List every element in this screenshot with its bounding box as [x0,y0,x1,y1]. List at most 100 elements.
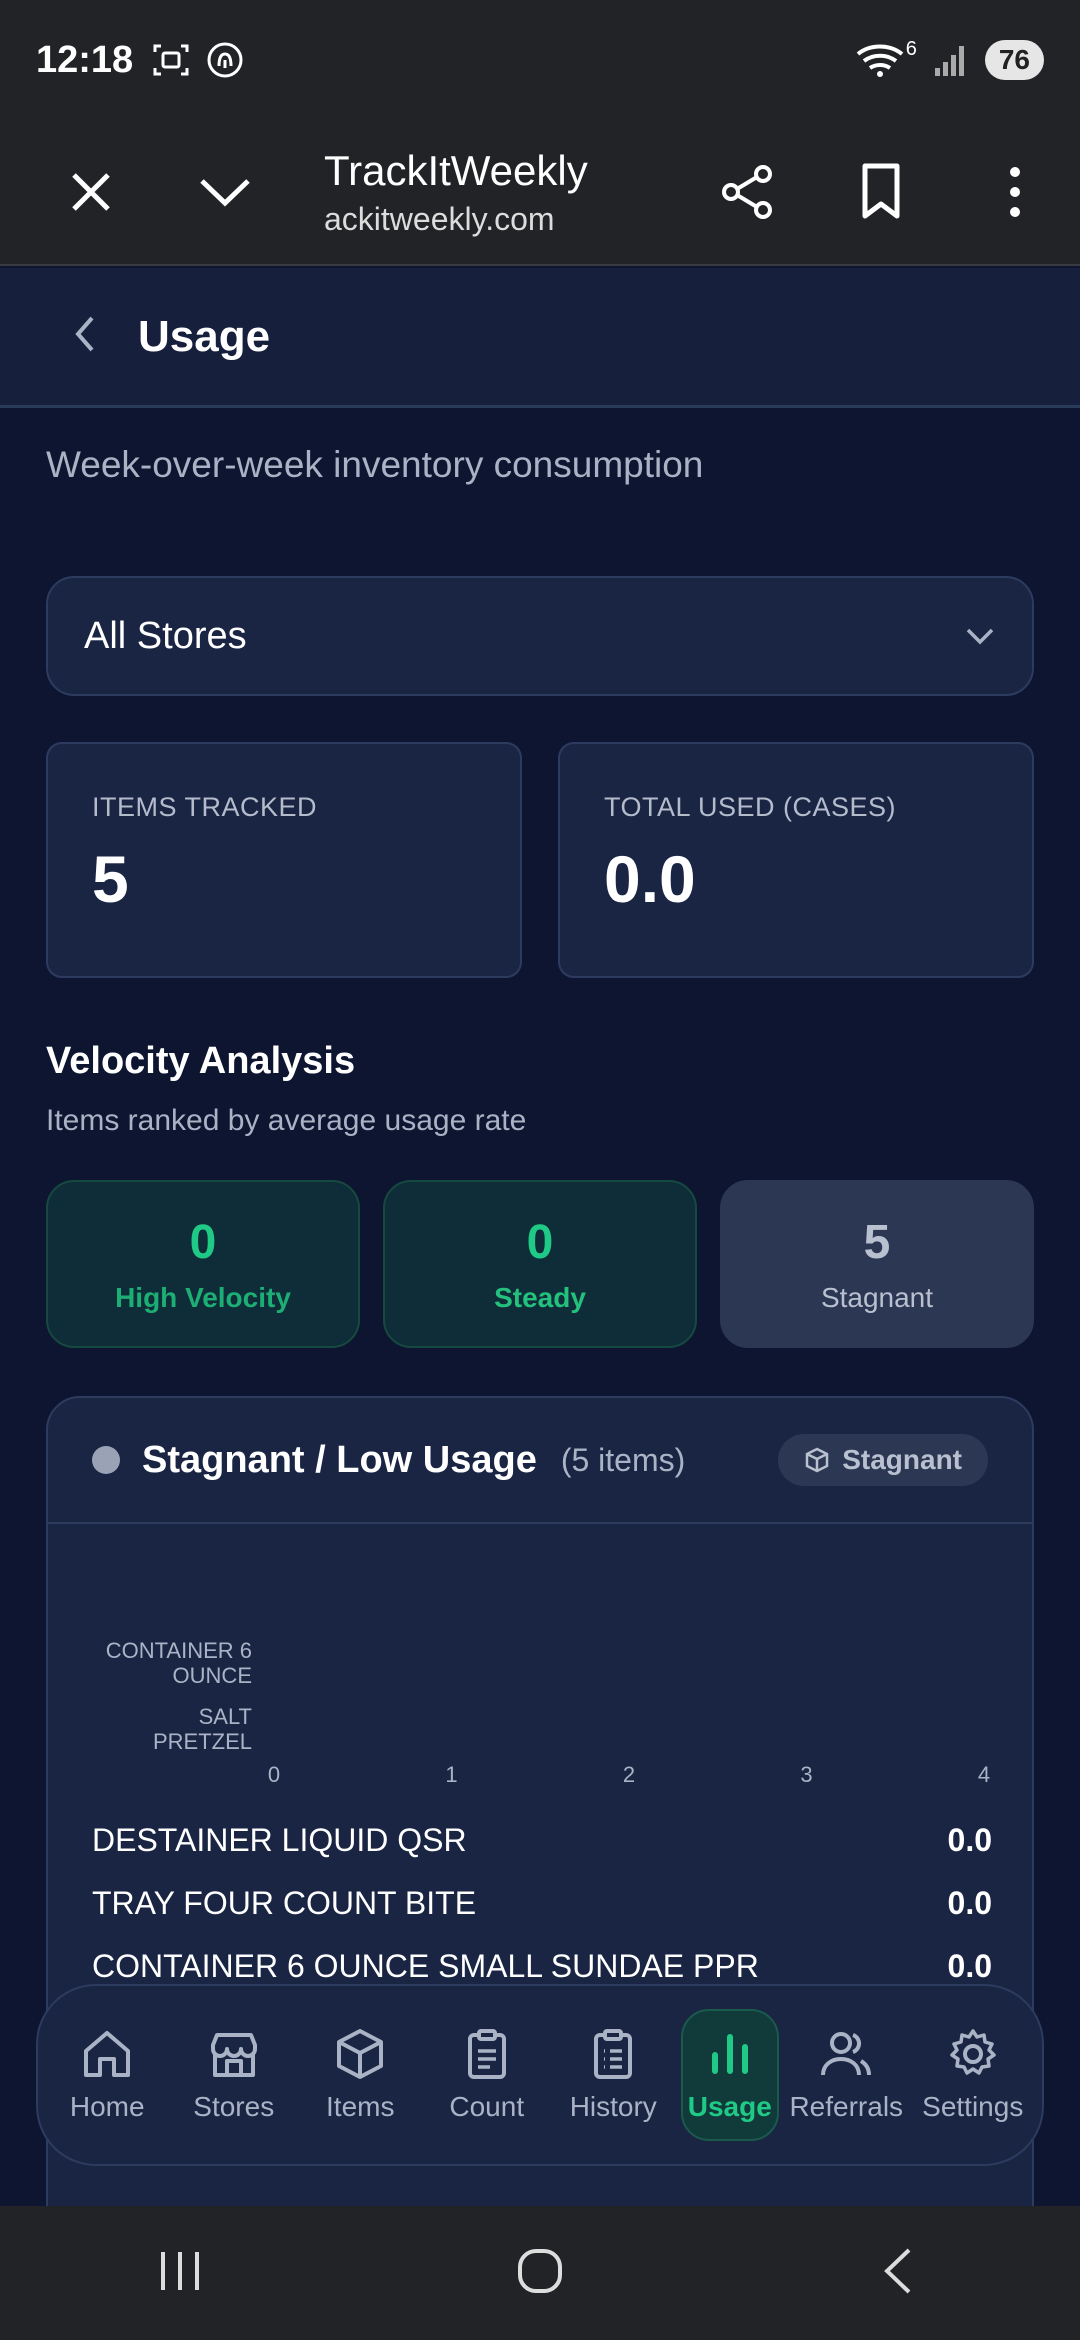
list-item[interactable]: TRAY FOUR COUNT BITE 0.0 [92,1885,992,1922]
status-time: 12:18 [36,38,134,81]
close-tab-button[interactable] [46,147,136,237]
item-value: 0.0 [947,1822,992,1858]
nav-settings[interactable]: Settings [914,2009,1032,2141]
tile-label: Steady [494,1281,586,1313]
store-select-value: All Stores [84,614,247,657]
nav-label: Items [326,2091,395,2122]
tile-count: 0 [189,1215,217,1269]
stat-value: 5 [92,842,129,916]
stagnant-badge: Stagnant [778,1434,988,1486]
page-subtitle: Week-over-week inventory consumption [46,444,704,485]
store-icon [210,2033,257,2077]
clipboard-list-icon [594,2029,633,2079]
nav-home[interactable]: Home [48,2009,166,2141]
panel-count: (5 items) [560,1441,686,1478]
clipboard-icon [467,2029,506,2079]
wifi-signal-label: 6 [905,37,917,60]
more-vertical-icon [1010,167,1020,217]
nav-referrals[interactable]: Referrals [787,2009,905,2141]
nav-history[interactable]: History [554,2009,672,2141]
tile-label: Stagnant [820,1281,934,1313]
close-icon [72,173,110,211]
nav-label: Count [449,2091,525,2122]
browser-page-title: TrackItWeekly [324,146,588,194]
home-button[interactable] [515,2246,565,2301]
steady-tile[interactable]: 0 Steady [383,1180,697,1348]
bookmark-icon [862,163,900,219]
recents-button[interactable] [155,2246,205,2301]
app-header: Usage [0,268,1080,408]
system-navigation-bar [0,2206,1080,2340]
home-circle-icon [518,2248,562,2293]
stat-label: TOTAL USED (CASES) [604,792,897,822]
item-name: DESTAINER LIQUID QSR [92,1822,467,1858]
bar-chart-icon [711,2034,748,2074]
chevron-left-icon [75,316,94,352]
browser-url: ackitweekly.com [324,200,555,237]
nav-usage[interactable]: Usage [680,2009,779,2141]
chevron-down-icon [966,628,994,645]
list-item[interactable]: CONTAINER 6 OUNCE SMALL SUNDAE PPR 0.0 [92,1948,992,1985]
stat-value: 0.0 [604,842,696,916]
badge-label: Stagnant [842,1444,962,1475]
fingerprint-icon [207,42,243,78]
back-nav-button[interactable] [875,2246,925,2301]
x-tick-label: 3 [800,1762,812,1787]
share-button[interactable] [702,147,792,237]
share-icon [722,165,772,219]
item-value: 0.0 [947,1948,992,1984]
minimize-button[interactable] [180,147,270,237]
nav-label: Home [69,2091,145,2122]
items-tracked-card: ITEMS TRACKED 5 [46,742,522,978]
category-label: CONTAINER 6 OUNCE [106,1638,252,1688]
more-options-button[interactable] [970,147,1060,237]
nav-label: Stores [193,2091,275,2122]
wifi-icon [856,44,903,77]
stagnant-tile[interactable]: 5 Stagnant [720,1180,1034,1348]
status-bar: 12:18 6 76 [0,0,1080,120]
tile-count: 5 [863,1215,891,1269]
box-icon [337,2029,384,2079]
browser-toolbar: TrackItWeekly ackitweekly.com [0,120,1080,266]
category-label: SALT PRETZEL [153,1704,252,1754]
chevron-down-icon [200,179,250,207]
nav-stores[interactable]: Stores [175,2009,293,2141]
page-title: Usage [138,311,271,361]
users-icon [821,2032,872,2076]
stagnant-panel-header: Stagnant / Low Usage (5 items) Stagnant [48,1398,1032,1524]
nav-label: Settings [922,2091,1024,2122]
battery-indicator: 76 [984,40,1044,80]
x-tick-label: 4 [978,1762,990,1787]
gear-icon [950,2029,996,2075]
velocity-title: Velocity Analysis [46,1040,356,1082]
high-velocity-tile[interactable]: 0 High Velocity [46,1180,360,1348]
box-icon [805,1447,829,1473]
cell-signal-icon [934,46,964,76]
item-name: CONTAINER 6 OUNCE SMALL SUNDAE PPR [92,1948,759,1984]
x-tick-label: 1 [445,1762,457,1787]
home-icon [84,2031,131,2077]
nav-count[interactable]: Count [428,2009,546,2141]
tile-count: 0 [526,1215,554,1269]
bottom-navigation: Home Stores Items Count History Usage Re… [36,1984,1044,2166]
nav-label: Usage [687,2091,772,2122]
x-tick-label: 2 [623,1762,635,1787]
main-content: Week-over-week inventory consumption All… [0,408,1080,2208]
nav-label: Referrals [789,2091,904,2122]
nav-items[interactable]: Items [301,2009,419,2141]
item-name: TRAY FOUR COUNT BITE [92,1885,477,1921]
recents-icon [161,2251,199,2290]
usage-bar-chart: CONTAINER 6 OUNCE SALT PRETZEL 0 1 2 3 4 [106,1638,990,1787]
back-button[interactable] [72,314,98,359]
velocity-subtitle: Items ranked by average usage rate [46,1104,527,1137]
bookmark-button[interactable] [836,147,926,237]
panel-title: Stagnant / Low Usage [142,1438,537,1481]
battery-level: 76 [998,44,1030,75]
x-tick-label: 0 [268,1762,280,1787]
item-value: 0.0 [947,1885,992,1921]
tile-label: High Velocity [115,1281,291,1313]
list-item[interactable]: DESTAINER LIQUID QSR 0.0 [92,1822,992,1859]
store-select[interactable]: All Stores [46,576,1034,696]
stat-label: ITEMS TRACKED [92,792,318,822]
page-title-area[interactable]: TrackItWeekly ackitweekly.com [324,147,702,238]
